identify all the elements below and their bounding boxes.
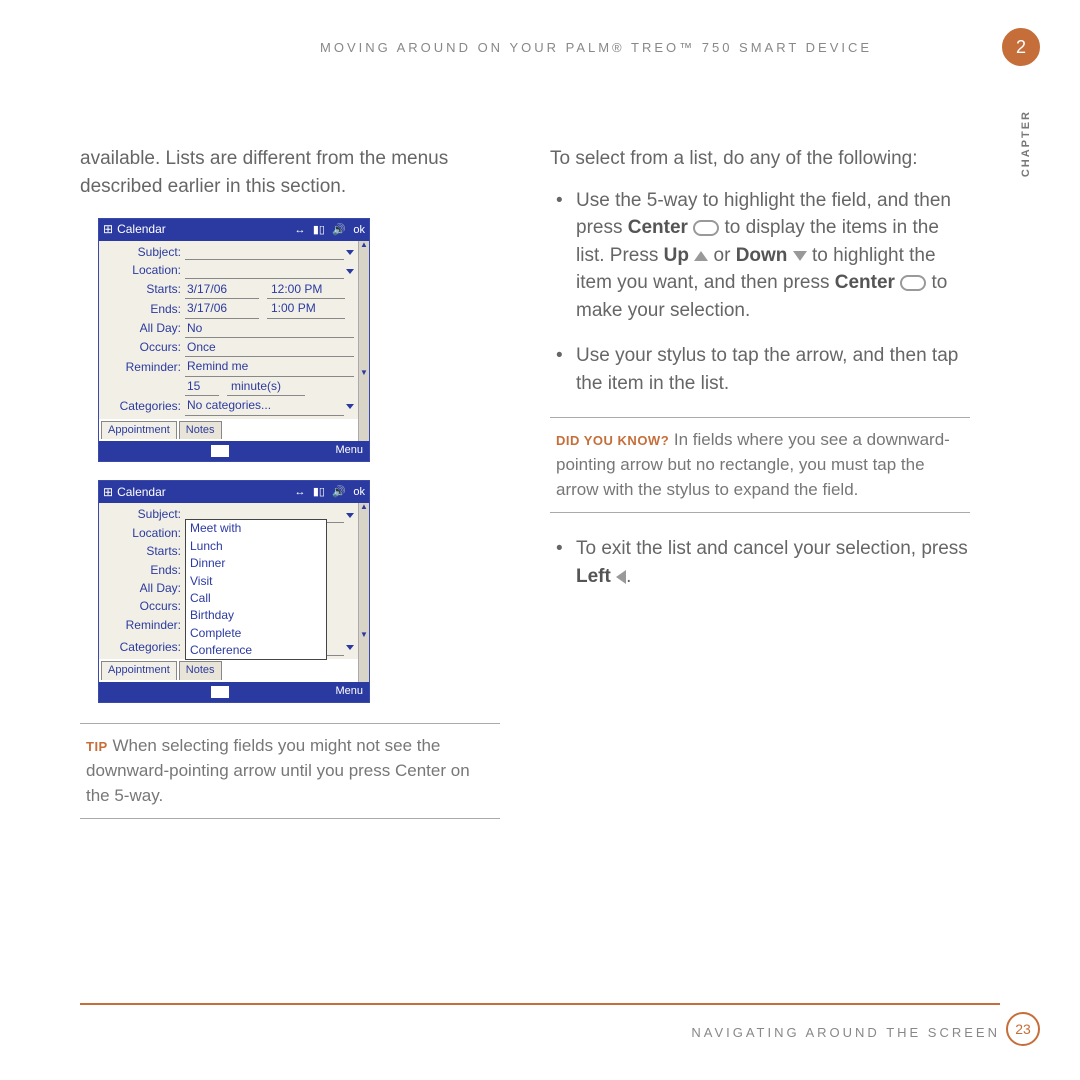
menu-softkey[interactable]: Menu (335, 684, 363, 700)
page-number-badge: 23 (1006, 1012, 1040, 1046)
left-column: available. Lists are different from the … (80, 145, 500, 819)
connectivity-icon: ↔ (295, 486, 306, 498)
ok-button[interactable]: ok (353, 224, 365, 236)
subject-dropdown-list[interactable]: Meet with Lunch Dinner Visit Call Birthd… (185, 519, 327, 660)
dropdown-arrow-icon[interactable] (346, 513, 354, 518)
allday-label: All Day: (103, 320, 185, 337)
list-item[interactable]: Call (186, 590, 326, 607)
reminder-unit[interactable]: minute(s) (227, 378, 305, 396)
center-button-icon (693, 220, 719, 236)
keyboard-icon[interactable] (211, 445, 229, 457)
categories-field[interactable]: No categories... (185, 397, 344, 415)
occurs-field[interactable]: Once (185, 339, 354, 357)
palm-screenshot-1: ⊞ Calendar ↔ ▮▯ 🔊 ok Subject: Locati (98, 218, 370, 462)
scroll-down-icon[interactable]: ▼ (359, 631, 369, 639)
location-field[interactable] (185, 264, 344, 279)
list-item[interactable]: Lunch (186, 538, 326, 555)
list-item[interactable]: Dinner (186, 555, 326, 572)
subject-label: Subject: (103, 244, 185, 261)
subject-label: Subject: (103, 506, 185, 523)
tip-box: TIP When selecting fields you might not … (80, 723, 500, 819)
chapter-label: CHAPTER (1020, 110, 1032, 177)
windows-flag-icon: ⊞ (103, 221, 113, 238)
tab-notes[interactable]: Notes (179, 421, 222, 440)
center-button-icon (900, 275, 926, 291)
tab-appointment[interactable]: Appointment (101, 421, 177, 440)
reminder-label: Reminder: (103, 617, 185, 634)
right-column: To select from a list, do any of the fol… (550, 145, 970, 819)
tab-notes[interactable]: Notes (179, 661, 222, 680)
bullet-3: To exit the list and cancel your selecti… (550, 535, 970, 590)
windows-flag-icon: ⊞ (103, 484, 113, 501)
bullet-1: Use the 5-way to highlight the field, an… (550, 187, 970, 325)
ends-label: Ends: (103, 301, 185, 318)
subject-field[interactable] (185, 245, 344, 260)
starts-date[interactable]: 3/17/06 (185, 281, 259, 299)
allday-field[interactable]: No (185, 320, 354, 338)
occurs-label: Occurs: (103, 339, 185, 356)
footer-section-title: NAVIGATING AROUND THE SCREEN (80, 1003, 1000, 1040)
ok-button[interactable]: ok (353, 486, 365, 498)
bullet-2: Use your stylus to tap the arrow, and th… (550, 342, 970, 397)
keyboard-icon[interactable] (211, 686, 229, 698)
chapter-badge: 2 (1002, 28, 1040, 66)
starts-label: Starts: (103, 543, 185, 560)
location-label: Location: (103, 525, 185, 542)
tip-label: TIP (86, 739, 108, 754)
dropdown-arrow-icon[interactable] (346, 645, 354, 650)
list-item[interactable]: Complete (186, 625, 326, 642)
starts-label: Starts: (103, 281, 185, 298)
list-item[interactable]: Visit (186, 573, 326, 590)
palm2-title: Calendar (117, 484, 166, 501)
dyk-label: DID YOU KNOW? (556, 433, 669, 448)
left-arrow-icon (616, 570, 626, 584)
allday-label: All Day: (103, 580, 185, 597)
ends-date[interactable]: 3/17/06 (185, 300, 259, 318)
speaker-icon: 🔊 (332, 486, 346, 498)
palm1-title: Calendar (117, 221, 166, 238)
categories-label: Categories: (103, 639, 185, 656)
intro-left: available. Lists are different from the … (80, 145, 500, 200)
ends-time[interactable]: 1:00 PM (267, 300, 345, 318)
tip-text: When selecting fields you might not see … (86, 736, 470, 804)
dropdown-arrow-icon[interactable] (346, 250, 354, 255)
tab-appointment[interactable]: Appointment (101, 661, 177, 680)
occurs-label: Occurs: (103, 598, 185, 615)
list-item[interactable]: Conference (186, 642, 326, 659)
did-you-know-box: DID YOU KNOW? In fields where you see a … (550, 417, 970, 513)
scroll-up-icon[interactable]: ▲ (359, 503, 369, 511)
connectivity-icon: ↔ (295, 224, 306, 236)
menu-softkey[interactable]: Menu (335, 443, 363, 459)
reminder-label: Reminder: (103, 359, 185, 376)
dropdown-arrow-icon[interactable] (346, 269, 354, 274)
location-label: Location: (103, 262, 185, 279)
running-header: MOVING AROUND ON YOUR PALM® TREO™ 750 SM… (320, 40, 1000, 55)
signal-icon: ▮▯ (313, 224, 325, 236)
palm-screenshot-2: ⊞ Calendar ↔ ▮▯ 🔊 ok Subject: Locati (98, 480, 370, 703)
intro-right: To select from a list, do any of the fol… (550, 145, 970, 173)
scroll-down-icon[interactable]: ▼ (359, 369, 369, 377)
speaker-icon: 🔊 (332, 224, 346, 236)
ends-label: Ends: (103, 562, 185, 579)
reminder-qty[interactable]: 15 (185, 378, 219, 396)
down-arrow-icon (793, 251, 807, 261)
up-arrow-icon (694, 251, 708, 261)
categories-label: Categories: (103, 398, 185, 415)
dropdown-arrow-icon[interactable] (346, 404, 354, 409)
list-item[interactable]: Meet with (186, 520, 326, 537)
reminder-field[interactable]: Remind me (185, 358, 354, 376)
scroll-up-icon[interactable]: ▲ (359, 241, 369, 249)
list-item[interactable]: Birthday (186, 607, 326, 624)
starts-time[interactable]: 12:00 PM (267, 281, 345, 299)
signal-icon: ▮▯ (313, 486, 325, 498)
